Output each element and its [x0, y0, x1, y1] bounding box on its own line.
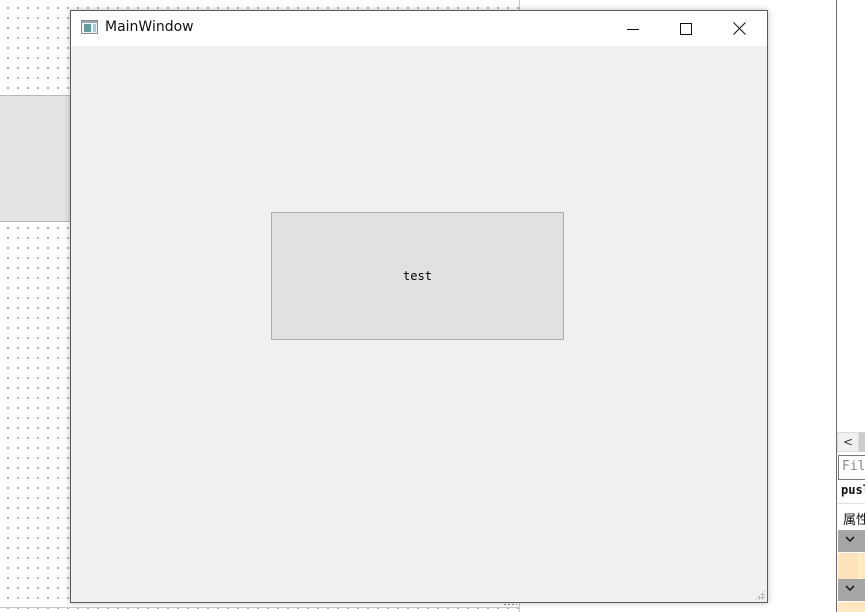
title-bar[interactable]: MainWindow: [71, 11, 767, 46]
property-editor-dock: < Fil pusl 属性: [836, 0, 865, 612]
main-window: MainWindow test: [70, 10, 768, 603]
property-filter-input[interactable]: Fil: [838, 455, 865, 480]
scroll-left-button[interactable]: <: [837, 432, 859, 452]
object-name-label: pusl: [841, 483, 865, 497]
close-button[interactable]: [713, 11, 765, 46]
horizontal-scrollbar[interactable]: [859, 432, 865, 452]
close-icon: [732, 22, 746, 35]
property-column-header: 属性: [838, 503, 865, 529]
app-window-icon: [81, 20, 98, 34]
property-name-cell: [838, 553, 860, 579]
test-push-button[interactable]: test: [271, 212, 564, 340]
property-row[interactable]: [838, 553, 865, 579]
maximize-button[interactable]: [660, 11, 712, 46]
size-grip[interactable]: [755, 590, 765, 600]
designer-selected-widget: [0, 95, 80, 222]
property-group-row[interactable]: [838, 579, 865, 601]
central-widget: test: [71, 46, 767, 602]
chevron-down-icon: [845, 585, 855, 592]
minimize-button[interactable]: [607, 11, 659, 46]
canvas-bottom-divider: [0, 607, 520, 608]
property-group-row[interactable]: [838, 530, 865, 552]
property-row[interactable]: [838, 602, 865, 612]
chevron-down-icon: [845, 536, 855, 543]
maximize-icon: [680, 22, 692, 35]
window-title: MainWindow: [105, 19, 194, 35]
minimize-icon: [627, 28, 639, 30]
